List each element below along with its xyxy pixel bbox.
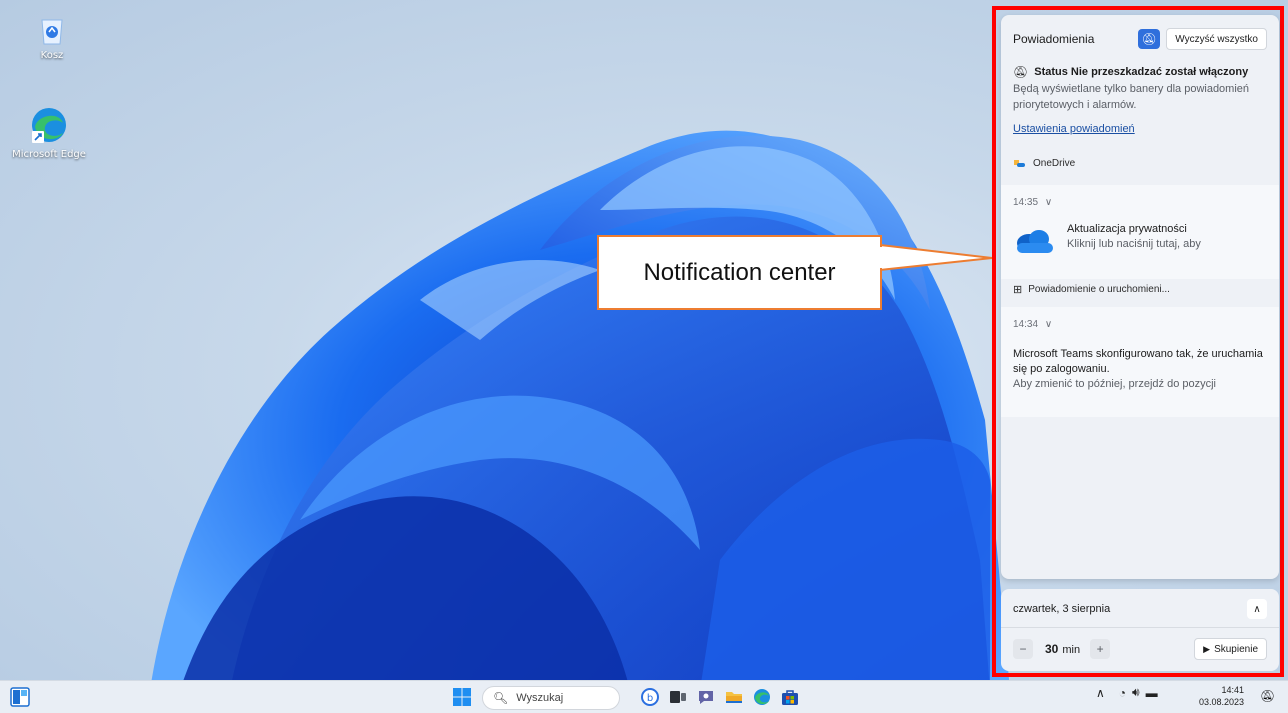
divider (1001, 627, 1279, 628)
edge-taskbar-button[interactable] (752, 687, 772, 707)
notification-center-button[interactable]: 🔕︎ (1260, 689, 1275, 703)
notification-title: Microsoft Teams skonfigurowano tak, że u… (1013, 348, 1263, 375)
chevron-up-icon: ∧ (1253, 603, 1261, 615)
callout-label: Notification center (597, 235, 882, 310)
startup-app-icon: ⊞ (1013, 284, 1023, 296)
search-icon: 🔍︎ (493, 691, 509, 705)
notification-title: Aktualizacja prywatności (1067, 223, 1187, 235)
file-explorer-button[interactable] (724, 687, 744, 707)
app-group-name: Powiadomienie o uruchomieni... (1028, 284, 1170, 295)
notification-card-teams[interactable]: 14:34 ∨ Microsoft Teams skonfigurowano t… (1001, 307, 1279, 417)
focus-timer-row: − 30 min + ▶ Skupienie (1013, 637, 1267, 661)
desktop-icon-label: Microsoft Edge (12, 149, 86, 160)
focus-unit: min (1062, 644, 1081, 656)
desktop-icon-edge[interactable]: Microsoft Edge (4, 105, 94, 160)
teams-chat-button[interactable] (696, 687, 716, 707)
play-icon: ▶ (1203, 643, 1211, 654)
widgets-button[interactable] (10, 687, 30, 707)
calendar-date: czwartek, 3 sierpnia (1013, 603, 1111, 615)
notification-time-text: 14:34 (1013, 319, 1039, 330)
chevron-up-icon[interactable]: ∧ (1096, 686, 1105, 700)
callout-text: Notification center (643, 258, 836, 286)
clock-date: 03.08.2023 (1198, 697, 1244, 707)
recycle-bin-icon (41, 19, 63, 45)
windows-start-icon (453, 688, 471, 706)
taskbar: 🔍︎ Wyszukaj b ∧ ◔ 🔊︎ ▬ 14:41 03.08.2023 … (0, 680, 1288, 713)
notification-center-title: Powiadomienia (1013, 32, 1095, 46)
notification-settings-link[interactable]: Ustawienia powiadomień (1013, 123, 1135, 135)
teams-chat-icon (699, 691, 713, 704)
battery-icon[interactable]: ▬ (1146, 686, 1158, 700)
taskbar-search[interactable]: 🔍︎ Wyszukaj (482, 686, 620, 710)
dnd-status-heading: Status Nie przeszkadzać został włączony (1034, 66, 1249, 78)
clock-time: 14:41 (1221, 685, 1244, 695)
volume-icon[interactable]: 🔊︎ (1132, 685, 1140, 700)
plus-icon: + (1096, 642, 1104, 656)
copilot-icon: b (641, 688, 659, 706)
search-placeholder: Wyszukaj (516, 692, 564, 704)
notification-body: Kliknij lub naciśnij tutaj, aby (1067, 238, 1201, 250)
onedrive-icon (1014, 160, 1025, 167)
edge-icon (754, 689, 770, 705)
start-button[interactable] (452, 687, 472, 707)
svg-text:b: b (647, 693, 653, 704)
app-group-header-startup[interactable]: ⊞ Powiadomienie o uruchomieni... (1013, 283, 1170, 296)
calendar-focus-panel: czwartek, 3 sierpnia ∧ − 30 min + ▶ Skupi… (1001, 589, 1279, 671)
notification-center: Powiadomienia 🔕︎ Wyczyść wszystko 🔕︎ Sta… (1001, 15, 1279, 579)
file-explorer-icon (726, 692, 742, 703)
store-icon (782, 690, 798, 705)
system-tray: ∧ ◔ 🔊︎ ▬ (1096, 685, 1158, 700)
start-focus-button[interactable]: ▶ Skupienie (1194, 638, 1267, 660)
taskbar-clock[interactable]: 14:41 03.08.2023 (1198, 684, 1244, 708)
store-button[interactable] (780, 687, 800, 707)
chevron-down-icon[interactable]: ∨ (1045, 319, 1052, 330)
task-view-icon (670, 691, 686, 703)
clear-all-label: Wyczyść wszystko (1175, 33, 1258, 45)
dnd-status-description: Będą wyświetlane tylko banery dla powiad… (1013, 83, 1250, 111)
widgets-icon (10, 687, 30, 707)
notification-card-onedrive[interactable]: 14:35 ∨ Aktualizacja prywatności Kliknij… (1001, 185, 1279, 279)
desktop-icon-recycle-bin[interactable]: Kosz (7, 14, 97, 61)
dnd-status-message: 🔕︎ Status Nie przeszkadzać został włączo… (1013, 65, 1269, 113)
desktop-icon-label: Kosz (40, 50, 64, 61)
app-group-name: OneDrive (1033, 157, 1076, 169)
do-not-disturb-toggle[interactable]: 🔕︎ (1138, 29, 1161, 49)
collapse-calendar-button[interactable]: ∧ (1247, 599, 1267, 619)
wifi-icon[interactable]: ◔ (1119, 686, 1126, 700)
minus-icon: − (1019, 642, 1027, 656)
edge-icon (32, 108, 66, 143)
focus-duration: 30 min (1045, 642, 1080, 656)
notification-time: 14:34 ∨ (1013, 319, 1052, 330)
notification-time-text: 14:35 (1013, 197, 1039, 208)
notification-body: Aby zmienić to później, przejdź do pozyc… (1013, 378, 1216, 390)
focus-minutes: 30 (1045, 642, 1059, 656)
bell-snooze-icon: 🔕︎ (1260, 689, 1276, 703)
bell-snooze-icon: 🔕︎ (1013, 65, 1029, 79)
bell-snooze-icon: 🔕︎ (1141, 32, 1157, 46)
chevron-down-icon[interactable]: ∨ (1045, 197, 1052, 208)
focus-decrease-button[interactable]: − (1013, 639, 1033, 659)
clear-all-button[interactable]: Wyczyść wszystko (1166, 28, 1267, 50)
focus-increase-button[interactable]: + (1090, 639, 1111, 659)
onedrive-cloud-icon (1017, 230, 1053, 253)
app-group-header-onedrive[interactable]: OneDrive (1013, 157, 1075, 169)
notification-center-header: Powiadomienia 🔕︎ Wyczyść wszystko (1013, 27, 1267, 51)
copilot-button[interactable]: b (640, 687, 660, 707)
task-view-button[interactable] (668, 687, 688, 707)
notification-time: 14:35 ∨ (1013, 197, 1052, 208)
start-focus-label: Skupienie (1214, 643, 1258, 655)
